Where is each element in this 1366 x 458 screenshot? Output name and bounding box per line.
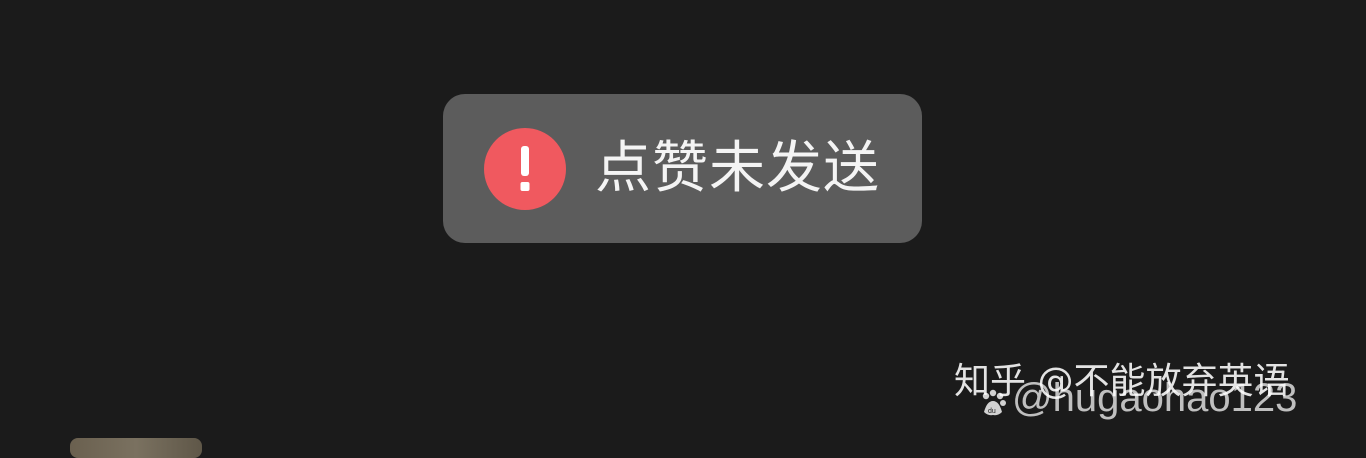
baidu-paw-icon: du (978, 383, 1008, 416)
exclamation-icon (484, 128, 566, 210)
thumbnail-image[interactable] (70, 438, 202, 458)
toast-notification: 点赞未发送 (443, 94, 922, 243)
baidu-watermark-text: @hugaohao123 (1012, 376, 1298, 420)
toast-message: 点赞未发送 (595, 136, 880, 201)
baidu-watermark: du @hugaohao123 (978, 376, 1297, 420)
svg-text:du: du (988, 408, 996, 415)
watermark: 知乎 @不能放弃英语 du @hugaohao123 (954, 362, 1354, 422)
